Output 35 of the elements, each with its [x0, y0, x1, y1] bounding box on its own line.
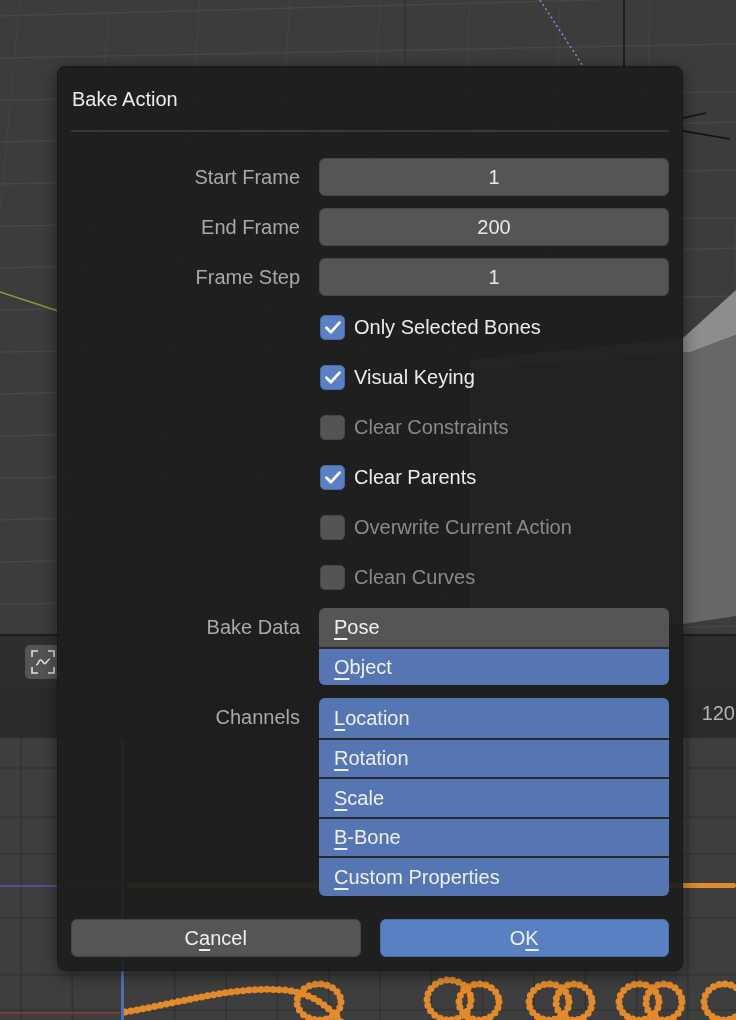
cancel-button[interactable]: Cancel	[71, 918, 361, 957]
number-field[interactable]: 1	[319, 258, 669, 296]
checkbox-label: Clear Parents	[354, 465, 477, 490]
checkbox[interactable]	[320, 564, 345, 590]
dialog-title: Bake Action	[72, 86, 178, 112]
checkbox[interactable]	[320, 464, 345, 490]
enum-option[interactable]: B-Bone	[319, 816, 669, 856]
field-label: Bake Data	[206, 615, 300, 640]
enum-option[interactable]: Object	[319, 646, 669, 685]
checkbox[interactable]	[320, 414, 345, 440]
curve-icon	[30, 650, 55, 674]
checkbox-label: Clear Constraints	[354, 415, 509, 440]
checkbox-label: Visual Keying	[354, 365, 475, 390]
confirm-button[interactable]: OK	[379, 918, 669, 957]
field-label: Channels	[215, 705, 300, 730]
enum-option[interactable]: Scale	[319, 777, 669, 817]
checkbox-label: Overwrite Current Action	[354, 515, 572, 540]
field-label: End Frame	[201, 215, 300, 240]
enum-option[interactable]: Rotation	[319, 737, 669, 777]
checkmark-icon	[324, 320, 341, 334]
checkbox[interactable]	[320, 514, 345, 540]
checkbox-label: Only Selected Bones	[354, 315, 541, 340]
checkmark-icon	[324, 470, 341, 484]
enum-option[interactable]: Location	[319, 698, 669, 738]
field-label: Start Frame	[194, 165, 300, 190]
checkbox[interactable]	[320, 314, 345, 340]
checkbox-label: Clean Curves	[354, 565, 476, 590]
number-field[interactable]: 1	[319, 158, 669, 196]
enum-option[interactable]: Custom Properties	[319, 856, 669, 896]
ruler-frame-number: 120	[701, 701, 735, 726]
number-field[interactable]: 200	[319, 208, 669, 246]
checkbox[interactable]	[320, 364, 345, 390]
enum-option[interactable]: Pose	[319, 608, 669, 647]
checkmark-icon	[324, 370, 341, 384]
field-label: Frame Step	[195, 265, 300, 290]
